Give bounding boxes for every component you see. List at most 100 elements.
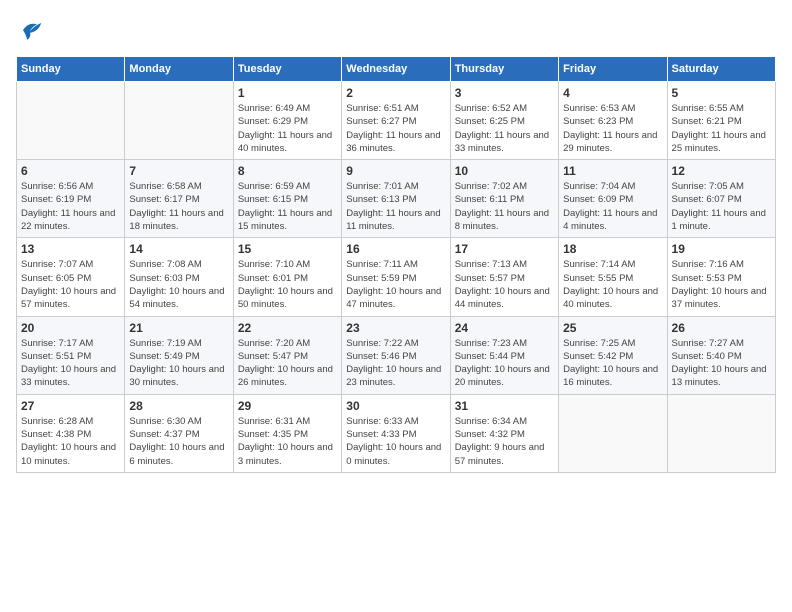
calendar-cell: 15 Sunrise: 7:10 AMSunset: 6:01 PMDayligh…	[233, 238, 341, 316]
calendar-cell: 24Sunrise: 7:23 AMSunset: 5:44 PMDayligh…	[450, 316, 558, 394]
calendar-cell: 11 Sunrise: 7:04 AMSunset: 6:09 PMDayligh…	[559, 160, 667, 238]
calendar-week-row: 1 Sunrise: 6:49 AMSunset: 6:29 PMDaylight…	[17, 82, 776, 160]
day-info: Sunrise: 7:13 AMSunset: 5:57 PMDaylight:…	[455, 258, 554, 311]
day-info: Sunrise: 7:20 AMSunset: 5:47 PMDaylight:…	[238, 337, 337, 390]
calendar-cell: 1 Sunrise: 6:49 AMSunset: 6:29 PMDaylight…	[233, 82, 341, 160]
day-number: 20	[21, 321, 120, 335]
day-number: 3	[455, 86, 554, 100]
day-number: 10	[455, 164, 554, 178]
day-number: 29	[238, 399, 337, 413]
calendar-cell: 9Sunrise: 7:01 AMSunset: 6:13 PMDaylight…	[342, 160, 450, 238]
calendar-cell: 20 Sunrise: 7:17 AMSunset: 5:51 PMDayligh…	[17, 316, 125, 394]
calendar-cell: 31 Sunrise: 6:34 AMSunset: 4:32 PMDayligh…	[450, 394, 558, 472]
day-info: Sunrise: 7:11 AMSunset: 5:59 PMDaylight:…	[346, 258, 445, 311]
logo	[16, 16, 48, 44]
day-number: 2	[346, 86, 445, 100]
calendar-cell: 12Sunrise: 7:05 AMSunset: 6:07 PMDayligh…	[667, 160, 775, 238]
day-number: 22	[238, 321, 337, 335]
day-info: Sunrise: 6:59 AMSunset: 6:15 PMDaylight:…	[238, 180, 337, 233]
calendar-week-row: 20 Sunrise: 7:17 AMSunset: 5:51 PMDayligh…	[17, 316, 776, 394]
calendar-cell: 18 Sunrise: 7:14 AMSunset: 5:55 PMDayligh…	[559, 238, 667, 316]
calendar-cell: 19 Sunrise: 7:16 AMSunset: 5:53 PMDayligh…	[667, 238, 775, 316]
calendar-cell: 30 Sunrise: 6:33 AMSunset: 4:33 PMDayligh…	[342, 394, 450, 472]
day-info: Sunrise: 7:14 AMSunset: 5:55 PMDaylight:…	[563, 258, 662, 311]
calendar-cell: 5 Sunrise: 6:55 AMSunset: 6:21 PMDaylight…	[667, 82, 775, 160]
calendar-cell: 13 Sunrise: 7:07 AMSunset: 6:05 PMDayligh…	[17, 238, 125, 316]
calendar-cell	[17, 82, 125, 160]
calendar-cell	[125, 82, 233, 160]
day-number: 28	[129, 399, 228, 413]
day-number: 7	[129, 164, 228, 178]
day-info: Sunrise: 7:07 AMSunset: 6:05 PMDaylight:…	[21, 258, 120, 311]
day-info: Sunrise: 7:04 AMSunset: 6:09 PMDaylight:…	[563, 180, 662, 233]
day-number: 21	[129, 321, 228, 335]
day-number: 11	[563, 164, 662, 178]
logo-icon	[16, 16, 44, 44]
day-number: 13	[21, 242, 120, 256]
day-info: Sunrise: 7:19 AMSunset: 5:49 PMDaylight:…	[129, 337, 228, 390]
day-info: Sunrise: 6:58 AMSunset: 6:17 PMDaylight:…	[129, 180, 228, 233]
day-of-week-header: Friday	[559, 57, 667, 82]
day-number: 9	[346, 164, 445, 178]
day-info: Sunrise: 6:49 AMSunset: 6:29 PMDaylight:…	[238, 102, 337, 155]
day-info: Sunrise: 7:16 AMSunset: 5:53 PMDaylight:…	[672, 258, 771, 311]
day-of-week-header: Sunday	[17, 57, 125, 82]
calendar-table: SundayMondayTuesdayWednesdayThursdayFrid…	[16, 56, 776, 473]
day-info: Sunrise: 6:53 AMSunset: 6:23 PMDaylight:…	[563, 102, 662, 155]
day-number: 31	[455, 399, 554, 413]
day-number: 25	[563, 321, 662, 335]
calendar-cell: 23 Sunrise: 7:22 AMSunset: 5:46 PMDayligh…	[342, 316, 450, 394]
day-info: Sunrise: 6:52 AMSunset: 6:25 PMDaylight:…	[455, 102, 554, 155]
day-number: 27	[21, 399, 120, 413]
day-info: Sunrise: 7:17 AMSunset: 5:51 PMDaylight:…	[21, 337, 120, 390]
day-info: Sunrise: 6:51 AMSunset: 6:27 PMDaylight:…	[346, 102, 445, 155]
calendar-cell: 22 Sunrise: 7:20 AMSunset: 5:47 PMDayligh…	[233, 316, 341, 394]
day-number: 1	[238, 86, 337, 100]
day-number: 5	[672, 86, 771, 100]
calendar-header-row: SundayMondayTuesdayWednesdayThursdayFrid…	[17, 57, 776, 82]
day-number: 14	[129, 242, 228, 256]
day-info: Sunrise: 6:34 AMSunset: 4:32 PMDaylight:…	[455, 415, 554, 468]
calendar-cell: 16 Sunrise: 7:11 AMSunset: 5:59 PMDayligh…	[342, 238, 450, 316]
day-of-week-header: Saturday	[667, 57, 775, 82]
calendar-cell: 25 Sunrise: 7:25 AMSunset: 5:42 PMDayligh…	[559, 316, 667, 394]
calendar-cell: 4 Sunrise: 6:53 AMSunset: 6:23 PMDaylight…	[559, 82, 667, 160]
day-info: Sunrise: 6:33 AMSunset: 4:33 PMDaylight:…	[346, 415, 445, 468]
calendar-cell: 3 Sunrise: 6:52 AMSunset: 6:25 PMDaylight…	[450, 82, 558, 160]
day-number: 30	[346, 399, 445, 413]
calendar-week-row: 13 Sunrise: 7:07 AMSunset: 6:05 PMDayligh…	[17, 238, 776, 316]
calendar-cell: 28 Sunrise: 6:30 AMSunset: 4:37 PMDayligh…	[125, 394, 233, 472]
calendar-cell: 6 Sunrise: 6:56 AMSunset: 6:19 PMDaylight…	[17, 160, 125, 238]
day-info: Sunrise: 7:27 AMSunset: 5:40 PMDaylight:…	[672, 337, 771, 390]
day-number: 8	[238, 164, 337, 178]
day-number: 15	[238, 242, 337, 256]
page-header	[16, 16, 776, 44]
day-number: 23	[346, 321, 445, 335]
day-of-week-header: Tuesday	[233, 57, 341, 82]
day-info: Sunrise: 6:28 AMSunset: 4:38 PMDaylight:…	[21, 415, 120, 468]
calendar-cell: 10Sunrise: 7:02 AMSunset: 6:11 PMDayligh…	[450, 160, 558, 238]
day-number: 19	[672, 242, 771, 256]
day-number: 16	[346, 242, 445, 256]
day-info: Sunrise: 6:56 AMSunset: 6:19 PMDaylight:…	[21, 180, 120, 233]
day-info: Sunrise: 6:30 AMSunset: 4:37 PMDaylight:…	[129, 415, 228, 468]
day-info: Sunrise: 7:22 AMSunset: 5:46 PMDaylight:…	[346, 337, 445, 390]
calendar-cell	[559, 394, 667, 472]
calendar-cell: 17 Sunrise: 7:13 AMSunset: 5:57 PMDayligh…	[450, 238, 558, 316]
day-of-week-header: Thursday	[450, 57, 558, 82]
calendar-cell: 21 Sunrise: 7:19 AMSunset: 5:49 PMDayligh…	[125, 316, 233, 394]
day-info: Sunrise: 7:05 AMSunset: 6:07 PMDaylight:…	[672, 180, 771, 233]
calendar-cell	[667, 394, 775, 472]
day-number: 17	[455, 242, 554, 256]
day-number: 18	[563, 242, 662, 256]
day-number: 4	[563, 86, 662, 100]
calendar-cell: 29 Sunrise: 6:31 AMSunset: 4:35 PMDayligh…	[233, 394, 341, 472]
calendar-cell: 27 Sunrise: 6:28 AMSunset: 4:38 PMDayligh…	[17, 394, 125, 472]
day-info: Sunrise: 7:10 AMSunset: 6:01 PMDaylight:…	[238, 258, 337, 311]
day-info: Sunrise: 6:55 AMSunset: 6:21 PMDaylight:…	[672, 102, 771, 155]
calendar-week-row: 27 Sunrise: 6:28 AMSunset: 4:38 PMDayligh…	[17, 394, 776, 472]
day-info: Sunrise: 6:31 AMSunset: 4:35 PMDaylight:…	[238, 415, 337, 468]
day-info: Sunrise: 7:25 AMSunset: 5:42 PMDaylight:…	[563, 337, 662, 390]
day-number: 24	[455, 321, 554, 335]
day-number: 6	[21, 164, 120, 178]
